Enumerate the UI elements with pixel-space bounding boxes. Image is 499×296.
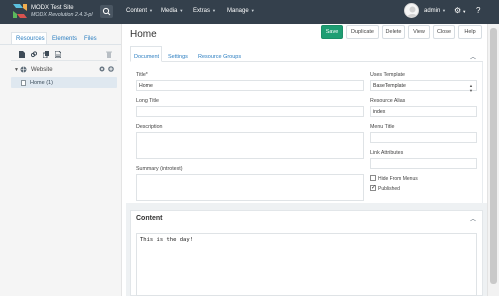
delete-button[interactable]: Delete xyxy=(382,25,405,39)
nav-manage[interactable]: Manage ▼ xyxy=(227,8,255,14)
weblink-icon[interactable] xyxy=(31,51,37,58)
long-title-field[interactable] xyxy=(136,106,364,117)
modx-logo-icon[interactable] xyxy=(13,4,27,18)
nav-manage-label: Manage xyxy=(227,8,249,14)
user-menu[interactable]: admin ▼ xyxy=(424,8,446,14)
nav-media[interactable]: Media ▼ xyxy=(161,8,183,14)
template-select-value: BaseTemplate xyxy=(373,83,406,89)
long-title-label: Long Title xyxy=(136,98,159,104)
scrollbar[interactable] xyxy=(487,24,499,296)
content-editor[interactable]: This is the day! xyxy=(136,233,477,296)
nav-content[interactable]: Content ▼ xyxy=(126,8,153,14)
resource-tree-panel: Resources Elements Files ▼ Website Home … xyxy=(0,24,122,296)
document-icon xyxy=(21,80,26,86)
symlink-icon[interactable] xyxy=(43,51,49,58)
globe-icon xyxy=(20,66,27,73)
site-version: MODX Revolution 2.4.3-pl xyxy=(31,12,93,18)
top-bar: MODX Test Site MODX Revolution 2.4.3-pl … xyxy=(0,0,499,24)
caret-down-icon[interactable]: ▼ xyxy=(14,67,19,73)
gear-icon[interactable]: ⚙ ▼ xyxy=(454,6,466,15)
help-button[interactable]: Help xyxy=(458,25,482,39)
tree-node-home[interactable]: Home (1) xyxy=(11,77,117,88)
nav-extras-label: Extras xyxy=(193,8,211,14)
description-field[interactable] xyxy=(136,132,364,159)
summary-field[interactable] xyxy=(136,174,364,201)
toolbar-divider xyxy=(11,60,117,61)
search-icon xyxy=(102,7,111,16)
tree-node-website[interactable]: ▼ Website xyxy=(11,64,117,76)
template-label: Uses Template xyxy=(370,72,405,78)
page-title: Home xyxy=(130,29,157,40)
user-name: admin xyxy=(424,8,441,14)
save-button[interactable]: Save xyxy=(321,25,343,39)
question-icon[interactable]: ? xyxy=(476,6,480,15)
tab-elements[interactable]: Elements xyxy=(52,36,77,42)
chevron-down-icon: ▼ xyxy=(442,8,446,13)
tab-resources[interactable]: Resources xyxy=(16,36,45,42)
title-label: Title* xyxy=(136,72,148,78)
title-field[interactable]: Home xyxy=(136,80,364,91)
add-circle-icon[interactable] xyxy=(108,66,114,72)
description-label: Description xyxy=(136,124,163,130)
chevron-down-icon: ▼ xyxy=(250,8,255,13)
chevron-down-icon: ▼ xyxy=(149,8,153,13)
select-updown-icon: ▲ ▼ xyxy=(469,83,473,93)
tab-document[interactable]: Document xyxy=(134,54,159,60)
close-button[interactable]: Close xyxy=(433,25,455,39)
template-select[interactable]: BaseTemplate ▲ ▼ xyxy=(370,80,477,93)
user-avatar-icon xyxy=(407,6,418,17)
menu-title-label: Menu Title xyxy=(370,124,395,130)
summary-label: Summary (introtext) xyxy=(136,166,183,172)
alias-label: Resource Alias xyxy=(370,98,406,104)
gear-icon[interactable] xyxy=(99,66,105,72)
tree-root-label: Website xyxy=(31,67,53,73)
tabs-divider xyxy=(0,44,121,45)
published-checkbox[interactable] xyxy=(370,184,376,191)
view-button[interactable]: View xyxy=(408,25,430,39)
nav-media-label: Media xyxy=(161,8,178,14)
site-name[interactable]: MODX Test Site xyxy=(31,5,74,11)
duplicate-button[interactable]: Duplicate xyxy=(346,25,379,39)
hide-from-menus-label: Hide From Menus xyxy=(378,176,418,182)
scrollbar-thumb[interactable] xyxy=(490,28,497,284)
chevron-down-icon: ▼ xyxy=(179,8,184,13)
new-document-icon[interactable] xyxy=(19,51,25,58)
hide-from-menus-checkbox[interactable] xyxy=(370,175,376,181)
published-label: Published xyxy=(378,186,400,192)
tree-child-label: Home (1) xyxy=(30,80,53,86)
nav-extras[interactable]: Extras ▼ xyxy=(193,8,216,14)
menu-title-field[interactable] xyxy=(370,132,477,143)
static-resource-icon[interactable] xyxy=(55,51,61,58)
trash-icon[interactable] xyxy=(106,51,112,58)
link-attributes-label: Link Attributes xyxy=(370,150,404,156)
alias-field[interactable]: index xyxy=(370,106,477,117)
chevron-up-icon[interactable]: ︿ xyxy=(470,214,476,223)
chevron-down-icon: ▼ xyxy=(212,8,216,13)
nav-content-label: Content xyxy=(126,8,148,14)
tab-settings[interactable]: Settings xyxy=(168,54,188,60)
tab-files[interactable]: Files xyxy=(84,36,97,42)
link-attributes-field[interactable] xyxy=(370,158,477,169)
content-title: Content xyxy=(136,215,163,222)
tab-resource-groups[interactable]: Resource Groups xyxy=(198,54,241,60)
chevron-up-icon[interactable]: ︿ xyxy=(470,52,476,61)
avatar[interactable] xyxy=(404,3,419,18)
search-button[interactable] xyxy=(100,5,113,18)
